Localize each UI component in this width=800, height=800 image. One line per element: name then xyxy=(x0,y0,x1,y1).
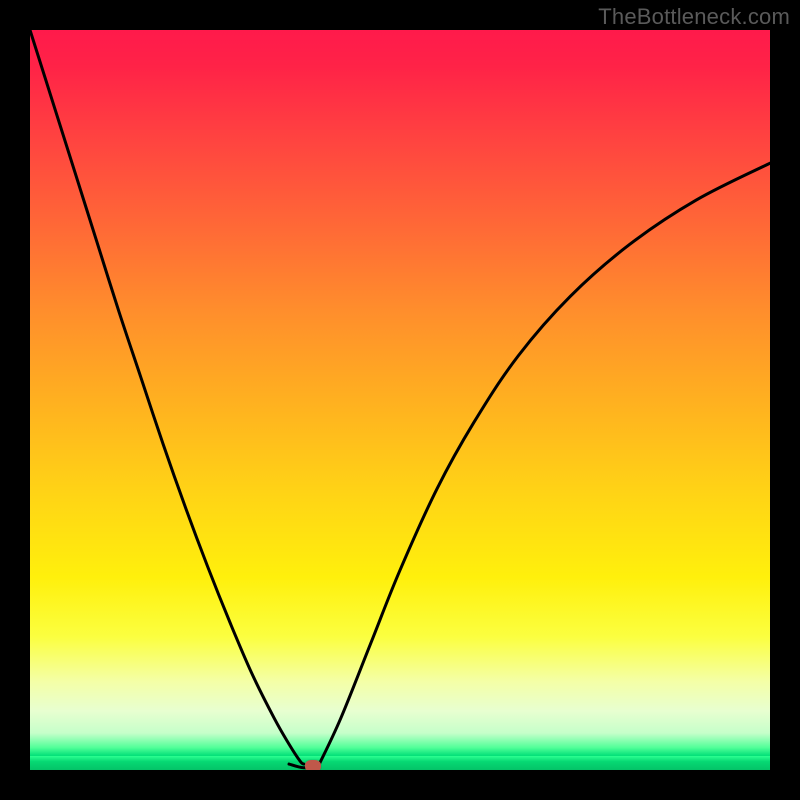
watermark-text: TheBottleneck.com xyxy=(598,4,790,30)
plot-area xyxy=(30,30,770,770)
chart-frame: TheBottleneck.com xyxy=(0,0,800,800)
curve-left-branch xyxy=(30,30,304,764)
bottleneck-curve xyxy=(30,30,770,770)
minimum-marker xyxy=(305,760,321,770)
curve-right-branch xyxy=(319,163,770,765)
